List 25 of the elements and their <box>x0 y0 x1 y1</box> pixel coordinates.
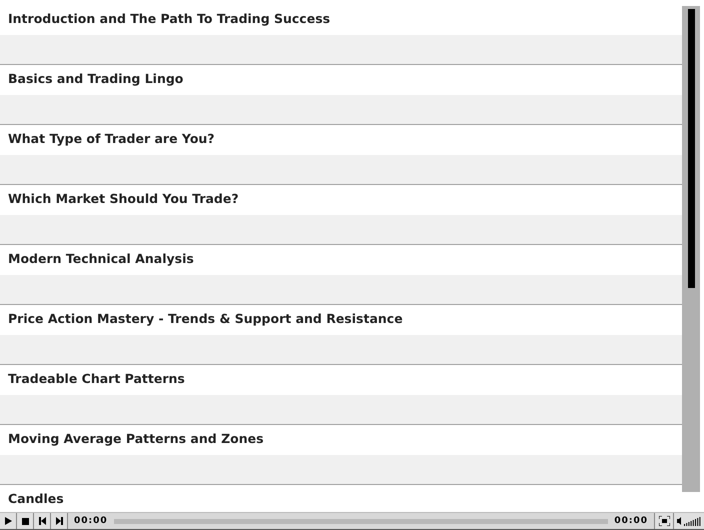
scrollbar-thumb[interactable] <box>688 9 694 288</box>
lesson-title: Basics and Trading Lingo <box>8 70 184 86</box>
lesson-title: Tradeable Chart Patterns <box>8 370 185 386</box>
lesson-title: Candles <box>8 490 64 506</box>
fullscreen-button[interactable] <box>654 513 674 529</box>
lesson-title: Introduction and The Path To Trading Success <box>8 10 330 26</box>
fullscreen-icon <box>658 516 670 526</box>
volume-icon <box>677 516 701 526</box>
lesson-title: Which Market Should You Trade? <box>8 190 239 206</box>
previous-button[interactable] <box>34 513 51 529</box>
next-button[interactable] <box>51 513 68 529</box>
scrollbar[interactable] <box>682 6 700 492</box>
lesson-title: What Type of Trader are You? <box>8 130 215 146</box>
stop-icon <box>22 518 28 524</box>
stop-button[interactable] <box>17 513 34 529</box>
skip-forward-icon <box>56 517 62 525</box>
lesson-title: Price Action Mastery - Trends & Support and Resistance <box>8 310 403 326</box>
skip-back-icon <box>38 517 46 525</box>
play-button[interactable] <box>0 513 17 529</box>
lesson-title: Moving Average Patterns and Zones <box>8 430 264 446</box>
lesson-title: Modern Technical Analysis <box>8 250 194 266</box>
elapsed-time: 00:00 <box>73 516 109 526</box>
play-icon <box>4 517 12 525</box>
volume-button[interactable] <box>674 513 704 529</box>
duration-time: 00:00 <box>613 516 649 526</box>
